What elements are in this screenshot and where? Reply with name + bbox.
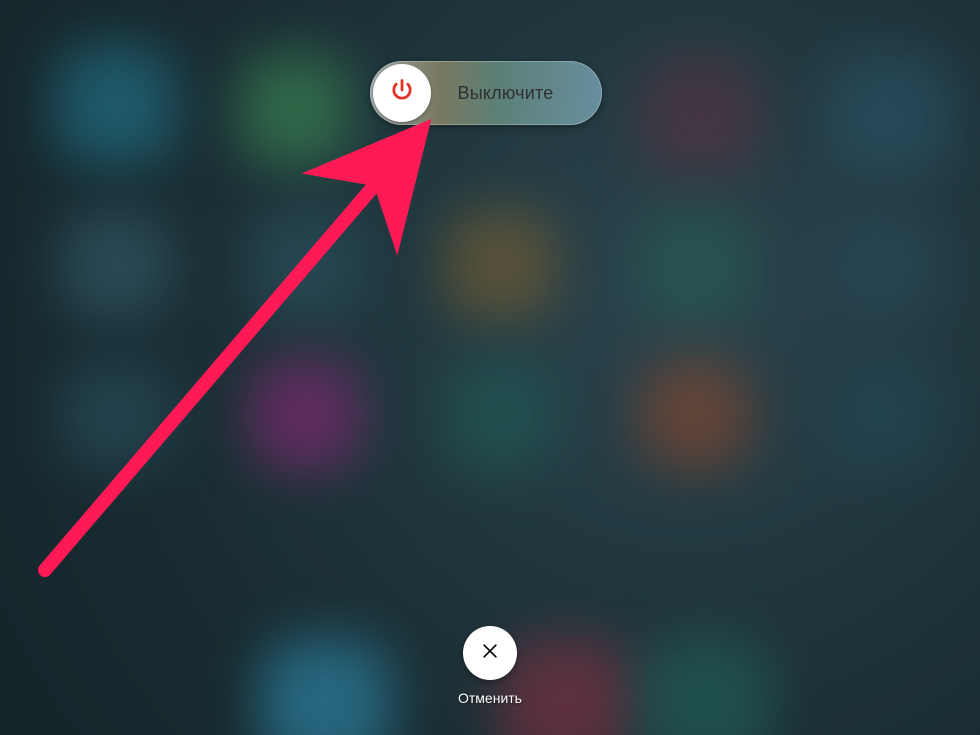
cancel-button[interactable] <box>463 626 517 680</box>
power-slider-knob[interactable] <box>373 64 431 122</box>
power-icon <box>388 77 416 110</box>
cancel-label: Отменить <box>458 690 522 706</box>
power-slider-label: Выключите <box>431 83 602 104</box>
close-icon <box>480 641 500 666</box>
slide-to-power-off[interactable]: Выключите <box>370 61 602 125</box>
